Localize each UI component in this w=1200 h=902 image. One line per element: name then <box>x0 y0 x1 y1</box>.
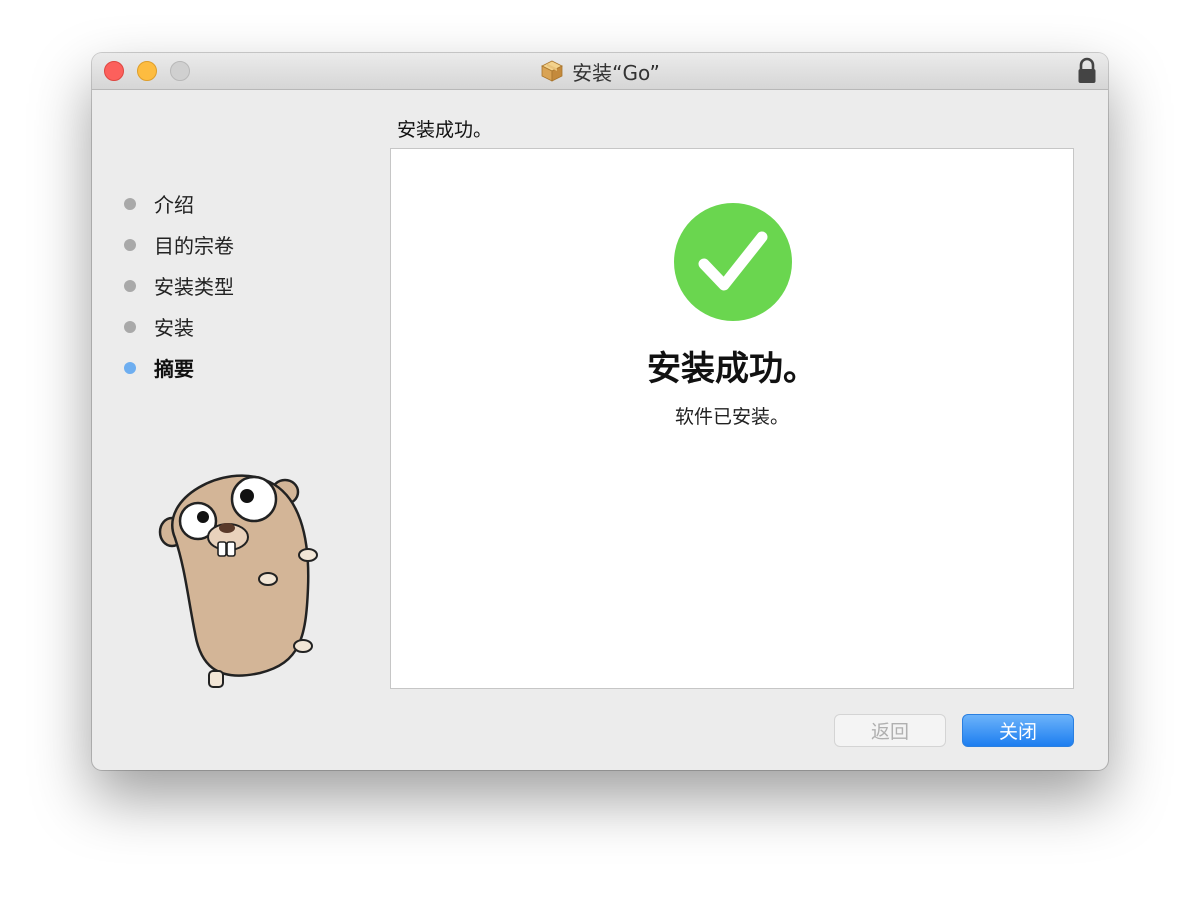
step-dot <box>124 320 136 333</box>
checkmark-icon <box>674 203 792 321</box>
step-installation-type: 安装类型 <box>124 265 234 306</box>
installer-steps: 介绍 目的宗卷 安装类型 安装 摘要 <box>124 183 234 388</box>
success-title: 安装成功。 <box>647 349 817 389</box>
gopher-mascot <box>158 474 318 688</box>
lock-icon[interactable] <box>1076 57 1098 85</box>
window-title: 安装“Go” <box>572 60 660 85</box>
step-label: 安装 <box>154 316 194 340</box>
step-summary: 摘要 <box>124 347 234 388</box>
installer-window: 安装“Go” 安装成功。 介绍 目的宗卷 安装类型 安装 摘要 安装成功。 软件… <box>92 53 1108 770</box>
step-introduction: 介绍 <box>124 183 234 224</box>
step-dot <box>124 279 136 292</box>
package-icon <box>541 60 564 82</box>
success-message: 软件已安装。 <box>674 406 789 428</box>
step-destination: 目的宗卷 <box>124 224 234 265</box>
step-dot-active <box>124 361 136 374</box>
page-subtitle: 安装成功。 <box>397 119 493 141</box>
step-dot <box>124 197 136 210</box>
close-button[interactable]: 关闭 <box>962 714 1074 747</box>
summary-panel: 安装成功。 软件已安装。 <box>390 148 1074 689</box>
step-label: 介绍 <box>154 193 194 217</box>
step-dot <box>124 238 136 251</box>
window-title-group: 安装“Go” <box>92 53 1108 89</box>
title-bar[interactable]: 安装“Go” <box>92 53 1108 90</box>
step-label: 目的宗卷 <box>154 234 234 258</box>
step-installation: 安装 <box>124 306 234 347</box>
back-button[interactable]: 返回 <box>834 714 946 747</box>
step-label: 安装类型 <box>154 275 234 299</box>
step-label: 摘要 <box>154 357 194 381</box>
